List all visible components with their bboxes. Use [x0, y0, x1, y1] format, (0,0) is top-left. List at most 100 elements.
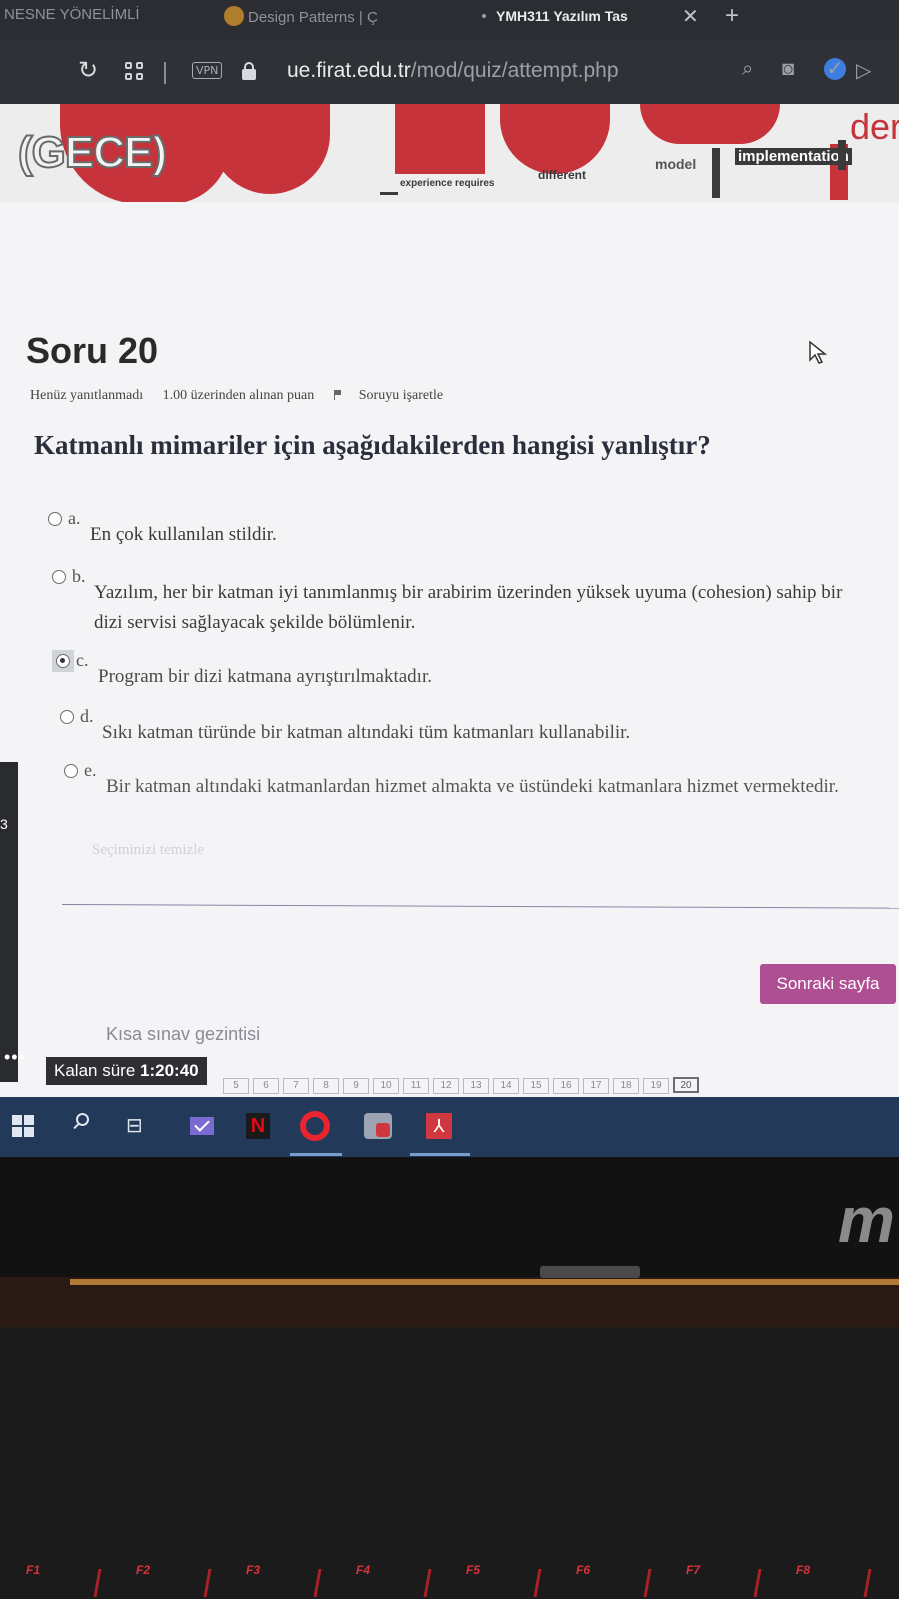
option-letter: a.	[68, 508, 81, 528]
browser-tab-bar: NESNE YÖNELİMLİ Design Patterns | Ç YMH3…	[0, 0, 899, 40]
netflix-icon[interactable]: N	[246, 1111, 270, 1141]
answer-option-c[interactable]: c. Program bir dizi katmana ayrıştırılma…	[52, 650, 816, 690]
send-icon[interactable]: ▷	[856, 58, 871, 83]
option-letter: e.	[84, 760, 97, 780]
banner-word: der	[850, 106, 899, 147]
radio-button[interactable]	[64, 764, 78, 778]
answer-option-e[interactable]: e. Bir katman altındaki katmanlardan hiz…	[64, 760, 884, 830]
question-points: 1.00 üzerinden alınan puan	[162, 388, 315, 403]
question-nav-button-17[interactable]: 17	[583, 1078, 609, 1094]
lock-icon[interactable]	[242, 62, 256, 80]
zoom-icon[interactable]: ⌕	[742, 58, 753, 81]
answer-status: Henüz yanıtlanmadı	[30, 388, 144, 403]
opera-browser-icon[interactable]	[296, 1111, 336, 1141]
tab-ymh311[interactable]: YMH311 Yazılım Tas	[482, 8, 652, 36]
question-nav-button-7[interactable]: 7	[283, 1078, 309, 1094]
new-tab-icon[interactable]: +	[725, 2, 739, 30]
speed-dial-icon[interactable]	[125, 62, 145, 82]
close-tab-icon[interactable]: ✕	[682, 4, 699, 29]
tab-label: YMH311 Yazılım Tas	[496, 8, 628, 24]
function-key-f4: F4	[356, 1563, 371, 1577]
question-nav-button-13[interactable]: 13	[463, 1078, 489, 1094]
answer-option-a[interactable]: a. En çok kullanılan stildir.	[48, 508, 808, 548]
task-view-icon[interactable]: ⊟	[126, 1111, 152, 1141]
vpn-badge[interactable]: VPN	[192, 62, 223, 79]
banner-word: model	[655, 156, 697, 172]
clear-choice-link[interactable]: Seçiminizi temizle	[92, 842, 204, 859]
option-text: Sıkı katman türünde bir katman altındaki…	[102, 722, 631, 743]
more-options-icon[interactable]: •••	[4, 1047, 26, 1068]
question-nav-button-8[interactable]: 8	[313, 1078, 339, 1094]
question-nav-button-10[interactable]: 10	[373, 1078, 399, 1094]
question-divider	[61, 904, 899, 909]
question-nav-button-14[interactable]: 14	[493, 1078, 519, 1094]
mouse-cursor-icon	[809, 340, 828, 364]
course-banner: (GECE) experience requires different mod…	[0, 104, 899, 202]
mail-app-icon[interactable]	[190, 1111, 216, 1141]
function-key-f1: F1	[26, 1563, 41, 1577]
question-nav-button-12[interactable]: 12	[433, 1078, 459, 1094]
question-nav-button-11[interactable]: 11	[403, 1078, 429, 1094]
time-remaining: Kalan süre 1:20:40	[46, 1057, 207, 1085]
answer-option-b[interactable]: b. Yazılım, her bir katman iyi tanımlanm…	[52, 566, 852, 636]
question-nav-button-6[interactable]: 6	[253, 1078, 279, 1094]
url-field[interactable]: ue.firat.edu.tr/mod/quiz/attempt.php	[287, 59, 619, 83]
banner-shape	[395, 104, 485, 174]
banner-shape	[640, 104, 780, 144]
function-key-f8: F8	[796, 1563, 811, 1577]
radio-button-selected[interactable]	[56, 654, 70, 668]
option-text: Program bir dizi katmana ayrıştırılmakta…	[98, 666, 432, 687]
question-text: Katmanlı mimariler için aşağıdakilerden …	[34, 430, 711, 460]
banner-shape	[210, 104, 330, 194]
radio-button[interactable]	[60, 710, 74, 724]
option-letter: d.	[80, 706, 94, 726]
question-nav-button-5[interactable]: 5	[223, 1078, 249, 1094]
quiz-navigation-title: Kısa sınav gezintisi	[106, 1024, 261, 1044]
option-letter: b.	[72, 566, 86, 586]
function-key-f7: F7	[686, 1563, 701, 1577]
question-title: Soru 20	[26, 330, 159, 371]
question-nav-button-9[interactable]: 9	[343, 1078, 369, 1094]
question-nav-button-18[interactable]: 18	[613, 1078, 639, 1094]
laptop-logo-icon: m	[838, 1192, 895, 1248]
quiz-page: 3 Soru 20 Henüz yanıtlanmadı 1.00 üzerin…	[0, 202, 899, 1097]
question-nav-button-19[interactable]: 19	[643, 1078, 669, 1094]
camera-icon[interactable]: ◙	[782, 58, 794, 81]
function-key-row: F1 F2 F3 F4 F5 F6 F7 F8	[0, 1545, 899, 1599]
url-host: ue.firat.edu.tr	[287, 59, 411, 82]
flag-question-link[interactable]: Soruyu işaretle	[333, 388, 459, 403]
timer-label: Kalan süre	[54, 1061, 136, 1080]
radio-button[interactable]	[48, 512, 62, 526]
banner-shape	[500, 104, 610, 174]
hinge-trim	[70, 1279, 899, 1285]
function-key-f3: F3	[246, 1563, 261, 1577]
tab-design-patterns[interactable]: Design Patterns | Ç	[224, 6, 414, 34]
loading-dot-icon	[482, 14, 486, 18]
option-text: En çok kullanılan stildir.	[90, 524, 277, 545]
search-icon[interactable]	[70, 1111, 94, 1141]
shield-icon[interactable]: ✓	[824, 58, 846, 80]
function-key-f2: F2	[136, 1563, 151, 1577]
reload-icon[interactable]: ↻	[78, 56, 98, 85]
function-key-f6: F6	[576, 1563, 591, 1577]
taskbar-app-icon[interactable]	[362, 1111, 394, 1141]
question-nav-button-20[interactable]: 20	[673, 1077, 699, 1093]
question-nav-button-15[interactable]: 15	[523, 1078, 549, 1094]
tab-nesne-yonelimli[interactable]: NESNE YÖNELİMLİ	[4, 6, 154, 34]
drawer-number: 3	[0, 816, 8, 832]
question-info: Henüz yanıtlanmadı 1.00 üzerinden alınan…	[30, 388, 475, 404]
option-text: Bir katman altındaki katmanlardan hizmet…	[106, 776, 839, 797]
answer-option-d[interactable]: d. Sıkı katman türünde bir katman altınd…	[60, 706, 820, 746]
question-nav-button-16[interactable]: 16	[553, 1078, 579, 1094]
windows-start-icon[interactable]	[12, 1111, 36, 1141]
banner-mark	[712, 148, 720, 198]
function-key-f5: F5	[466, 1563, 481, 1577]
option-letter: c.	[76, 650, 89, 670]
active-app-indicator	[290, 1153, 342, 1156]
banner-word: different	[538, 168, 586, 182]
radio-button[interactable]	[52, 570, 66, 584]
acrobat-icon[interactable]: ⅄	[426, 1111, 454, 1141]
active-app-indicator	[410, 1153, 470, 1156]
next-page-button[interactable]: Sonraki sayfa	[760, 964, 896, 1004]
banner-word: implementation	[735, 148, 852, 165]
